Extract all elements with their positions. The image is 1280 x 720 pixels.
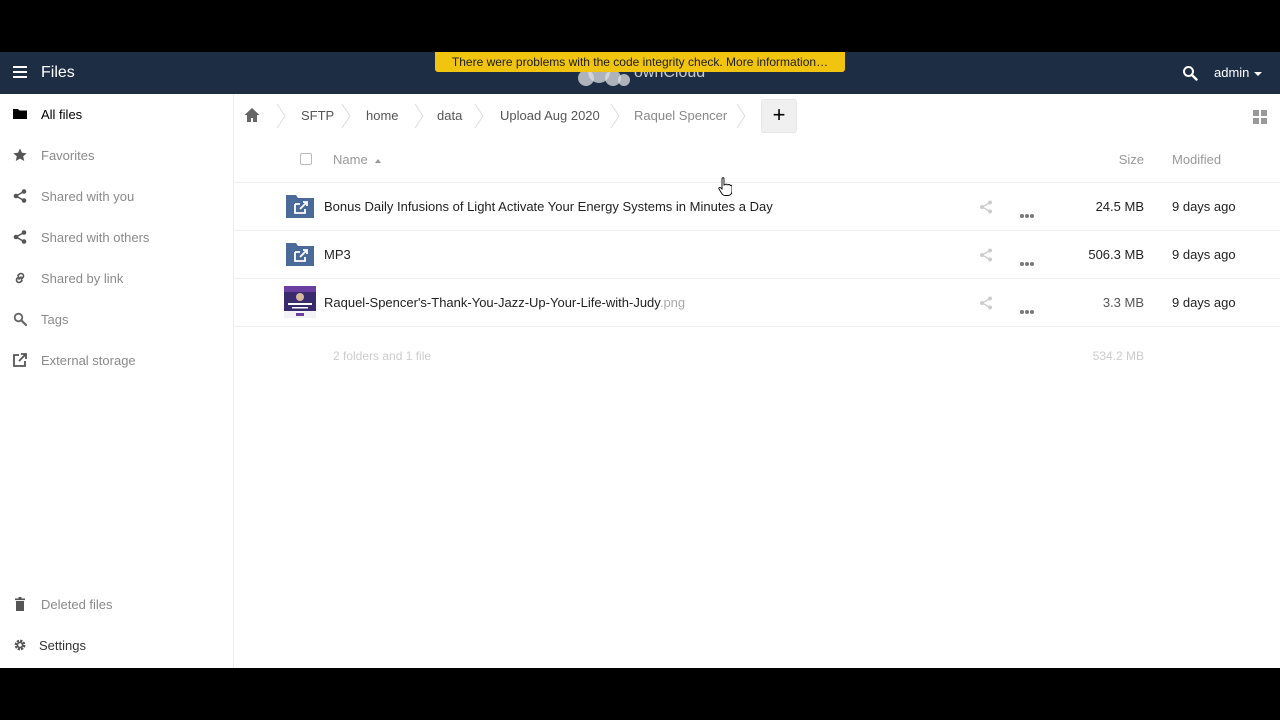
link-icon (15, 272, 25, 284)
select-all-checkbox[interactable] (300, 153, 312, 165)
share-icon[interactable] (979, 200, 993, 214)
name-column-header[interactable]: Name (333, 152, 381, 167)
table-row[interactable]: Bonus Daily Infusions of Light Activate … (234, 183, 1280, 231)
share-icon[interactable] (979, 296, 993, 310)
share-icon[interactable] (979, 248, 993, 262)
breadcrumb-separator-icon (414, 104, 424, 128)
file-summary: 2 folders and 1 file 534.2 MB (234, 344, 1280, 368)
file-name: MP3 (324, 247, 351, 262)
username: admin (1214, 65, 1250, 80)
breadcrumb-separator-icon (736, 104, 746, 128)
sidebar-item-shared-with-others[interactable]: Shared with others (0, 219, 233, 255)
image-preview-icon (284, 286, 316, 318)
sidebar: All files Favorites Shared with you Shar… (0, 94, 234, 668)
file-name: Raquel-Spencer's-Thank-You-Jazz-Up-Your-… (324, 295, 685, 310)
tag-icon (13, 312, 27, 326)
external-icon (13, 353, 27, 367)
sidebar-item-label: Shared with others (41, 230, 150, 245)
sidebar-item-shared-by-link[interactable]: Shared by link (0, 260, 233, 296)
hand-cursor-icon (718, 177, 732, 196)
more-actions-icon[interactable] (1020, 253, 1036, 266)
breadcrumb-separator-icon (610, 104, 620, 128)
sidebar-item-all-files[interactable]: All files (0, 96, 233, 132)
breadcrumb-data[interactable]: data (437, 94, 462, 138)
external-folder-icon (286, 195, 314, 218)
sidebar-item-deleted-files[interactable]: Deleted files (0, 586, 233, 622)
star-icon (13, 148, 27, 161)
folder-icon (13, 109, 27, 119)
sidebar-item-label: Shared by link (41, 271, 124, 286)
owncloud-window: Files ownCloud There were problems with … (0, 52, 1280, 668)
settings-label: Settings (39, 638, 86, 653)
sidebar-item-external-storage[interactable]: External storage (0, 342, 233, 378)
sidebar-item-label: External storage (41, 353, 136, 368)
summary-size: 534.2 MB (1092, 349, 1144, 363)
breadcrumb-home[interactable]: home (366, 94, 399, 138)
sidebar-item-shared-with-you[interactable]: Shared with you (0, 178, 233, 214)
sidebar-item-label: Shared with you (41, 189, 135, 204)
breadcrumb-current[interactable]: Raquel Spencer (634, 94, 727, 138)
size-column-header[interactable]: Size (1119, 152, 1144, 167)
file-modified: 9 days ago (1172, 247, 1236, 262)
file-size: 24.5 MB (1095, 199, 1144, 214)
share-icon (13, 189, 27, 203)
search-icon[interactable] (1182, 65, 1198, 81)
more-actions-icon[interactable] (1020, 301, 1036, 314)
sidebar-item-label: Favorites (41, 148, 95, 163)
app-title[interactable]: Files (41, 64, 75, 82)
gear-icon (14, 639, 26, 651)
breadcrumb-separator-icon (341, 104, 351, 128)
integrity-warning[interactable]: There were problems with the code integr… (435, 52, 845, 72)
file-modified: 9 days ago (1172, 295, 1236, 310)
breadcrumb-upload[interactable]: Upload Aug 2020 (500, 94, 600, 138)
new-button[interactable]: + (761, 99, 797, 133)
file-extension: .png (659, 295, 686, 310)
sidebar-item-favorites[interactable]: Favorites (0, 137, 233, 173)
top-header: Files ownCloud There were problems with … (0, 52, 1280, 94)
table-row[interactable]: MP3 506.3 MB 9 days ago (234, 231, 1280, 279)
file-size: 506.3 MB (1088, 247, 1144, 262)
file-modified: 9 days ago (1172, 199, 1236, 214)
sidebar-item-tags[interactable]: Tags (0, 301, 233, 337)
sort-asc-icon (374, 158, 381, 163)
user-menu[interactable]: admin (1214, 65, 1263, 80)
breadcrumb: SFTP home data Upload Aug 2020 Raquel Sp… (234, 94, 1280, 138)
grid-view-icon[interactable] (1253, 110, 1267, 124)
breadcrumb-separator-icon (276, 104, 286, 128)
sidebar-item-label: All files (41, 107, 83, 122)
home-icon[interactable] (244, 107, 260, 123)
file-basename: Bonus Daily Infusions of Light Activate … (324, 199, 773, 214)
external-folder-icon (286, 243, 314, 266)
menu-icon[interactable] (13, 66, 27, 78)
table-row[interactable]: Raquel-Spencer's-Thank-You-Jazz-Up-Your-… (234, 279, 1280, 327)
sidebar-item-label: Deleted files (41, 597, 113, 612)
file-name: Bonus Daily Infusions of Light Activate … (324, 199, 773, 214)
breadcrumb-sftp[interactable]: SFTP (301, 94, 334, 138)
summary-count: 2 folders and 1 file (333, 349, 432, 363)
modified-column-header[interactable]: Modified (1172, 152, 1221, 167)
share-icon (13, 230, 27, 244)
chevron-down-icon (1254, 71, 1263, 76)
more-actions-icon[interactable] (1020, 205, 1036, 218)
sidebar-settings[interactable]: Settings (0, 627, 233, 663)
table-header: Name Size Modified (234, 138, 1280, 183)
file-basename: MP3 (324, 247, 351, 262)
file-size: 3.3 MB (1102, 295, 1144, 310)
file-basename: Raquel-Spencer's-Thank-You-Jazz-Up-Your-… (324, 295, 660, 310)
trash-icon (15, 597, 25, 611)
image-thumbnail (284, 286, 316, 318)
file-list-area: SFTP home data Upload Aug 2020 Raquel Sp… (234, 94, 1280, 668)
sidebar-item-label: Tags (41, 312, 69, 327)
name-header-label: Name (333, 152, 368, 167)
breadcrumb-separator-icon (474, 104, 484, 128)
